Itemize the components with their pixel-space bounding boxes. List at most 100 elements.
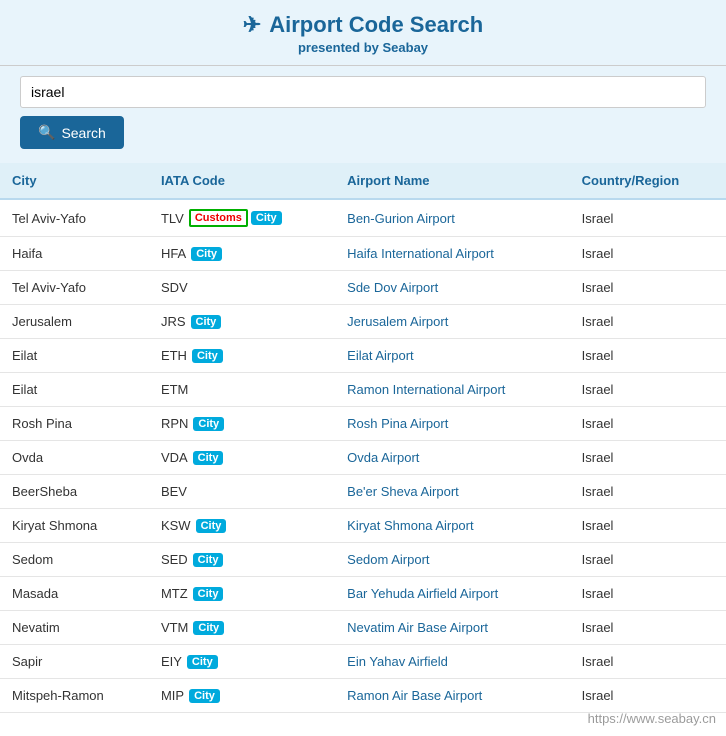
cell-airport[interactable]: Nevatim Air Base Airport xyxy=(335,611,570,645)
airport-link[interactable]: Bar Yehuda Airfield Airport xyxy=(347,586,498,601)
table-row: NevatimVTMCity Nevatim Air Base Airport Is… xyxy=(0,611,726,645)
airport-link[interactable]: Ein Yahav Airfield xyxy=(347,654,448,669)
cell-airport[interactable]: Be'er Sheva Airport xyxy=(335,475,570,509)
plane-icon: ✈ xyxy=(243,12,261,38)
iata-code-text: EIY xyxy=(161,654,182,669)
cell-iata: BEV xyxy=(149,475,335,509)
iata-code-text: VTM xyxy=(161,620,188,635)
cell-country: Israel xyxy=(570,509,726,543)
airport-link[interactable]: Rosh Pina Airport xyxy=(347,416,448,431)
cell-city: Masada xyxy=(0,577,149,611)
cell-country: Israel xyxy=(570,441,726,475)
cell-country: Israel xyxy=(570,679,726,713)
iata-code-text: ETM xyxy=(161,382,188,397)
iata-code-text: ETH xyxy=(161,348,187,363)
table-row: EilatETMRamon International AirportIsrae… xyxy=(0,373,726,407)
badge-city: City xyxy=(193,451,224,465)
cell-city: Eilat xyxy=(0,339,149,373)
cell-country: Israel xyxy=(570,577,726,611)
cell-airport[interactable]: Ben-Gurion Airport xyxy=(335,199,570,237)
brand-name: Seabay xyxy=(383,40,429,55)
iata-code-text: KSW xyxy=(161,518,191,533)
cell-country: Israel xyxy=(570,305,726,339)
cell-city: Kiryat Shmona xyxy=(0,509,149,543)
airport-link[interactable]: Kiryat Shmona Airport xyxy=(347,518,473,533)
cell-iata: VTMCity xyxy=(149,611,335,645)
cell-iata: SDV xyxy=(149,271,335,305)
cell-city: Haifa xyxy=(0,237,149,271)
cell-airport[interactable]: Jerusalem Airport xyxy=(335,305,570,339)
cell-country: Israel xyxy=(570,271,726,305)
iata-code-text: SDV xyxy=(161,280,188,295)
table-row: Tel Aviv-YafoTLVCustomsCityBen-Gurion Ai… xyxy=(0,199,726,237)
cell-airport[interactable]: Kiryat Shmona Airport xyxy=(335,509,570,543)
table-row: Kiryat ShmonaKSWCity Kiryat Shmona Airpor… xyxy=(0,509,726,543)
cell-iata: EIYCity xyxy=(149,645,335,679)
table-row: MasadaMTZCityBar Yehuda Airfield Airport… xyxy=(0,577,726,611)
cell-iata: ETHCity xyxy=(149,339,335,373)
cell-city: Ovda xyxy=(0,441,149,475)
cell-iata: KSWCity xyxy=(149,509,335,543)
cell-airport[interactable]: Ein Yahav Airfield xyxy=(335,645,570,679)
badge-city: City xyxy=(189,689,220,703)
cell-iata: VDACity xyxy=(149,441,335,475)
cell-airport[interactable]: Ramon Air Base Airport xyxy=(335,679,570,713)
badge-customs: Customs xyxy=(189,209,248,227)
iata-code-text: RPN xyxy=(161,416,188,431)
table-header-row: City IATA Code Airport Name Country/Regi… xyxy=(0,163,726,199)
search-button-label: Search xyxy=(61,125,105,141)
results-table: City IATA Code Airport Name Country/Regi… xyxy=(0,163,726,713)
airport-link[interactable]: Ramon International Airport xyxy=(347,382,505,397)
airport-link[interactable]: Sedom Airport xyxy=(347,552,429,567)
title-text: Airport Code Search xyxy=(269,12,483,38)
airport-link[interactable]: Ovda Airport xyxy=(347,450,419,465)
cell-country: Israel xyxy=(570,237,726,271)
cell-airport[interactable]: Ramon International Airport xyxy=(335,373,570,407)
cell-iata: JRSCity xyxy=(149,305,335,339)
cell-city: Mitspeh-Ramon xyxy=(0,679,149,713)
header: ✈ Airport Code Search presented by Seaba… xyxy=(0,0,726,66)
badge-city: City xyxy=(193,553,224,567)
search-area: 🔍 Search xyxy=(0,66,726,163)
cell-airport[interactable]: Rosh Pina Airport xyxy=(335,407,570,441)
cell-airport[interactable]: Bar Yehuda Airfield Airport xyxy=(335,577,570,611)
iata-code-text: BEV xyxy=(161,484,187,499)
cell-city: Nevatim xyxy=(0,611,149,645)
search-button[interactable]: 🔍 Search xyxy=(20,116,124,149)
airport-link[interactable]: Ramon Air Base Airport xyxy=(347,688,482,703)
iata-code-text: SED xyxy=(161,552,188,567)
cell-airport[interactable]: Sde Dov Airport xyxy=(335,271,570,305)
col-country: Country/Region xyxy=(570,163,726,199)
cell-country: Israel xyxy=(570,475,726,509)
table-row: EilatETHCity Eilat Airport Israel xyxy=(0,339,726,373)
col-city: City xyxy=(0,163,149,199)
airport-link[interactable]: Eilat Airport xyxy=(347,348,413,363)
airport-link[interactable]: Haifa International Airport xyxy=(347,246,494,261)
cell-airport[interactable]: Sedom Airport xyxy=(335,543,570,577)
cell-country: Israel xyxy=(570,199,726,237)
airport-link[interactable]: Nevatim Air Base Airport xyxy=(347,620,488,635)
badge-city: City xyxy=(193,587,224,601)
search-input[interactable] xyxy=(20,76,706,108)
cell-airport[interactable]: Eilat Airport xyxy=(335,339,570,373)
header-title: ✈ Airport Code Search xyxy=(20,12,706,38)
airport-link[interactable]: Sde Dov Airport xyxy=(347,280,438,295)
airport-link[interactable]: Be'er Sheva Airport xyxy=(347,484,459,499)
cell-country: Israel xyxy=(570,543,726,577)
badge-city: City xyxy=(191,315,222,329)
cell-city: Tel Aviv-Yafo xyxy=(0,199,149,237)
cell-country: Israel xyxy=(570,611,726,645)
table-row: HaifaHFACityHaifa International AirportI… xyxy=(0,237,726,271)
cell-iata: ETM xyxy=(149,373,335,407)
airport-link[interactable]: Jerusalem Airport xyxy=(347,314,448,329)
header-subtitle: presented by Seabay xyxy=(20,40,706,55)
table-container: City IATA Code Airport Name Country/Regi… xyxy=(0,163,726,713)
airport-link[interactable]: Ben-Gurion Airport xyxy=(347,211,455,226)
cell-airport[interactable]: Haifa International Airport xyxy=(335,237,570,271)
cell-airport[interactable]: Ovda Airport xyxy=(335,441,570,475)
table-row: BeerShebaBEVBe'er Sheva AirportIsrael xyxy=(0,475,726,509)
iata-code-text: TLV xyxy=(161,211,184,226)
table-row: SapirEIYCityEin Yahav AirfieldIsrael xyxy=(0,645,726,679)
cell-country: Israel xyxy=(570,339,726,373)
table-row: OvdaVDACity Ovda Airport Israel xyxy=(0,441,726,475)
